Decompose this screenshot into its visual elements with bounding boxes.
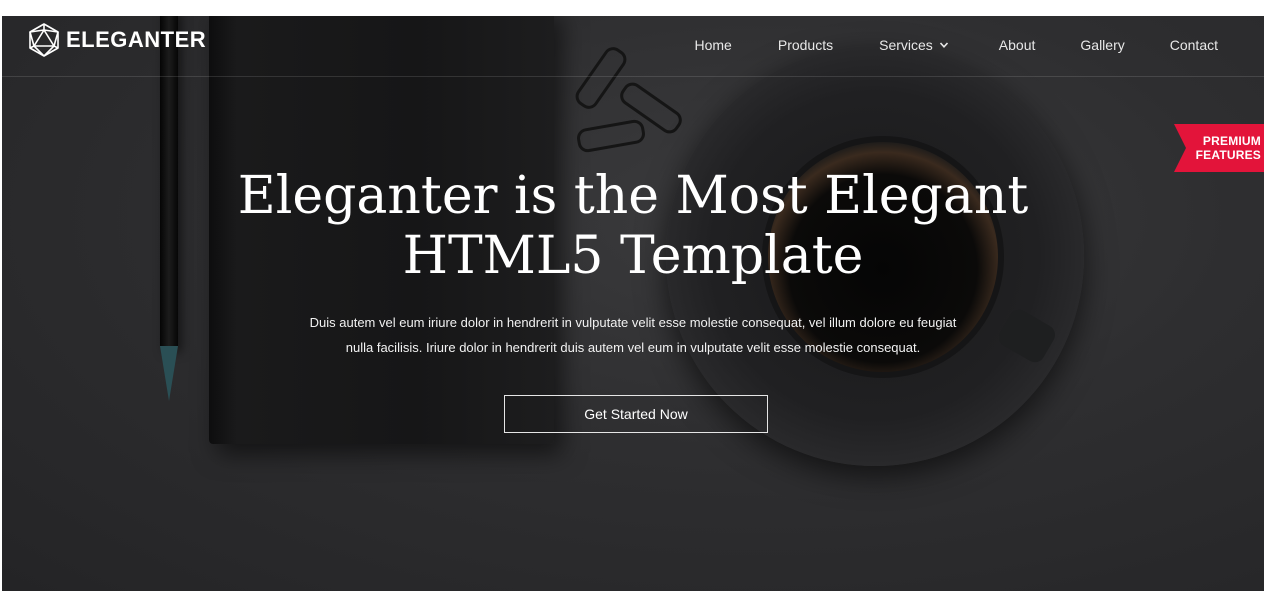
subtext-line-2: nulla facilisis. Iriure dolor in hendrer… bbox=[345, 340, 921, 355]
nav-item-label: Gallery bbox=[1080, 37, 1125, 53]
subtext-line-1: Duis autem vel eum iriure dolor in hendr… bbox=[309, 315, 957, 330]
ribbon-line-2: FEATURES bbox=[1195, 148, 1261, 162]
premium-features-ribbon[interactable]: PREMIUM FEATURES bbox=[1174, 124, 1264, 172]
pencil-tip-image bbox=[160, 346, 178, 401]
nav-item-about[interactable]: About bbox=[999, 37, 1036, 53]
nav-item-label: Contact bbox=[1169, 37, 1218, 53]
main-nav: Home Products Services About Gallery Con… bbox=[695, 33, 1264, 57]
nav-item-services[interactable]: Services bbox=[879, 37, 949, 53]
hero-subtext: Duis autem vel eum iriure dolor in hendr… bbox=[233, 310, 1033, 360]
paperclip-image bbox=[575, 118, 647, 154]
get-started-button[interactable]: Get Started Now bbox=[504, 395, 768, 433]
headline-line-2: HTML5 Template bbox=[402, 226, 864, 286]
ribbon-line-1: PREMIUM bbox=[1202, 134, 1261, 148]
chevron-down-icon bbox=[939, 42, 948, 48]
nav-item-label: Products bbox=[777, 37, 834, 53]
nav-item-products[interactable]: Products bbox=[778, 37, 833, 53]
nav-item-gallery[interactable]: Gallery bbox=[1080, 37, 1124, 53]
nav-item-contact[interactable]: Contact bbox=[1170, 37, 1218, 53]
nav-item-label: Services bbox=[879, 37, 933, 53]
hero-section: ELEGANTER Home Products Services About G… bbox=[2, 16, 1264, 591]
nav-item-label: Home bbox=[694, 37, 732, 53]
brand-name: ELEGANTER bbox=[66, 27, 207, 52]
brand-logo-link[interactable]: ELEGANTER bbox=[26, 22, 206, 58]
hero-headline: Eleganter is the Most Elegant HTML5 Temp… bbox=[133, 166, 1133, 286]
nav-item-home[interactable]: Home bbox=[695, 37, 732, 53]
headline-line-1: Eleganter is the Most Elegant bbox=[237, 166, 1029, 226]
navbar: ELEGANTER Home Products Services About G… bbox=[2, 16, 1264, 77]
geodesic-polyhedron-icon bbox=[29, 23, 59, 57]
nav-item-label: About bbox=[998, 37, 1036, 53]
